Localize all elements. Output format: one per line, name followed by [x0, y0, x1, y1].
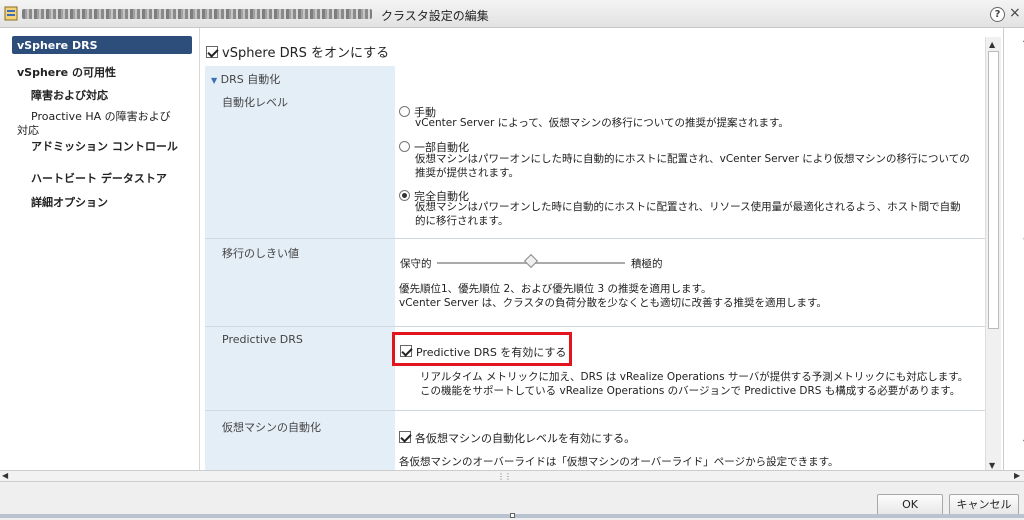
threshold-slider-handle[interactable] — [523, 253, 539, 269]
vsphere-app-icon — [4, 6, 18, 21]
slider-conservative-label: 保守的 — [400, 258, 432, 270]
automation-level-label: 自動化レベル — [222, 96, 288, 109]
threshold-description-1: 優先順位1、優先順位 2、および優先順位 3 の推奨を適用します。 — [399, 283, 712, 295]
full-description-1: 仮想マシンはパワーオンした時に自動的にホストに配置され、リソース使用量が最適化さ… — [415, 201, 961, 213]
scroll-up-icon[interactable]: ▲ — [989, 40, 995, 49]
migration-threshold-label: 移行のしきい値 — [222, 247, 299, 260]
cancel-button[interactable]: キャンセル — [949, 494, 1019, 516]
vertical-scroll-thumb[interactable] — [988, 51, 999, 329]
collapse-arrow-icon: ▼ — [211, 76, 218, 85]
title-path-redacted — [22, 9, 372, 19]
nav-item-proactive-ha[interactable]: Proactive HA の障害および — [31, 108, 171, 124]
vm-automation-label: 仮想マシンの自動化 — [222, 421, 321, 434]
scroll-down-icon[interactable]: ▼ — [989, 461, 995, 470]
resize-grip-icon[interactable]: ⋮⋮ — [497, 472, 512, 481]
radio-full-icon[interactable] — [399, 190, 410, 201]
predictive-drs-label: Predictive DRS — [222, 333, 303, 346]
enable-drs-row[interactable]: vSphere DRS をオンにする — [206, 42, 389, 61]
scroll-left-icon[interactable]: ◀ — [2, 471, 8, 480]
partial-description-1: 仮想マシンはパワーオンにした時に自動的にホストに配置され、vCenter Ser… — [415, 153, 970, 165]
divider — [205, 410, 985, 411]
partial-description-2: 推奨が提供されます。 — [415, 167, 519, 179]
threshold-description-2: vCenter Server は、クラスタの負荷分散を少なくとも適切に改善する推… — [399, 297, 827, 309]
predictive-drs-checkbox[interactable] — [400, 345, 412, 357]
slider-aggressive-label: 積極的 — [631, 258, 663, 270]
vm-automation-checkbox[interactable] — [399, 431, 411, 443]
settings-nav: vSphere DRS vSphere の可用性 障害および対応 Proacti… — [0, 28, 200, 470]
nav-item-vsphere-drs[interactable]: vSphere DRS — [12, 36, 192, 54]
help-button[interactable]: ? — [990, 7, 1005, 22]
nav-item-admission-control[interactable]: アドミッション コントロール — [31, 138, 178, 154]
ok-button[interactable]: OK — [877, 494, 943, 516]
divider — [205, 238, 985, 239]
full-description-2: 的に移行されます。 — [415, 215, 509, 227]
predictive-description-2: この機能をサポートしている vRealize Operations のバージョン… — [420, 385, 961, 397]
horizontal-scrollbar[interactable]: ◀ ⋮⋮ ▶ — [0, 470, 1024, 482]
close-button[interactable]: × — [1009, 5, 1021, 21]
nav-item-heartbeat-datastore[interactable]: ハートビート データストア — [31, 170, 167, 186]
title-bar: クラスタ設定の編集 ? × — [0, 0, 1024, 28]
enable-drs-label: vSphere DRS をオンにする — [222, 46, 390, 61]
nav-item-proactive-ha-cont[interactable]: 対応 — [17, 122, 39, 138]
vertical-scrollbar[interactable]: ▲ ▼ — [985, 37, 1001, 470]
settings-content: vSphere DRS をオンにする ▼ DRS 自動化 自動化レベル 手動 v… — [201, 28, 985, 470]
nav-item-failures-responses[interactable]: 障害および対応 — [31, 87, 108, 103]
vm-automation-checkbox-row[interactable]: 各仮想マシンの自動化レベルを有効にする。 — [399, 430, 635, 446]
enable-drs-checkbox[interactable] — [206, 46, 218, 58]
predictive-drs-checkbox-row[interactable]: Predictive DRS を有効にする — [400, 344, 566, 360]
nav-item-advanced-options[interactable]: 詳細オプション — [31, 194, 108, 210]
drs-automation-title: ▼ DRS 自動化 — [211, 73, 281, 86]
radio-manual-icon[interactable] — [399, 106, 410, 117]
divider — [205, 326, 985, 327]
predictive-description-1: リアルタイム メトリックに加え、DRS は vRealize Operation… — [420, 371, 969, 383]
window-title: クラスタ設定の編集 — [381, 9, 489, 23]
radio-partial-icon[interactable] — [399, 141, 410, 152]
resize-handle-icon[interactable] — [510, 513, 515, 518]
manual-description: vCenter Server によって、仮想マシンの移行についての推奨が提案され… — [415, 117, 789, 129]
vm-automation-description: 各仮想マシンのオーバーライドは「仮想マシンのオーバーライド」ページから設定できま… — [399, 456, 839, 468]
nav-item-vsphere-availability[interactable]: vSphere の可用性 — [17, 64, 116, 80]
outer-scroll-strip: ▲ ◂ ▼ — [1003, 28, 1024, 470]
scroll-right-icon[interactable]: ▶ — [1014, 471, 1020, 480]
drs-automation-header[interactable]: ▼ DRS 自動化 — [205, 66, 985, 88]
